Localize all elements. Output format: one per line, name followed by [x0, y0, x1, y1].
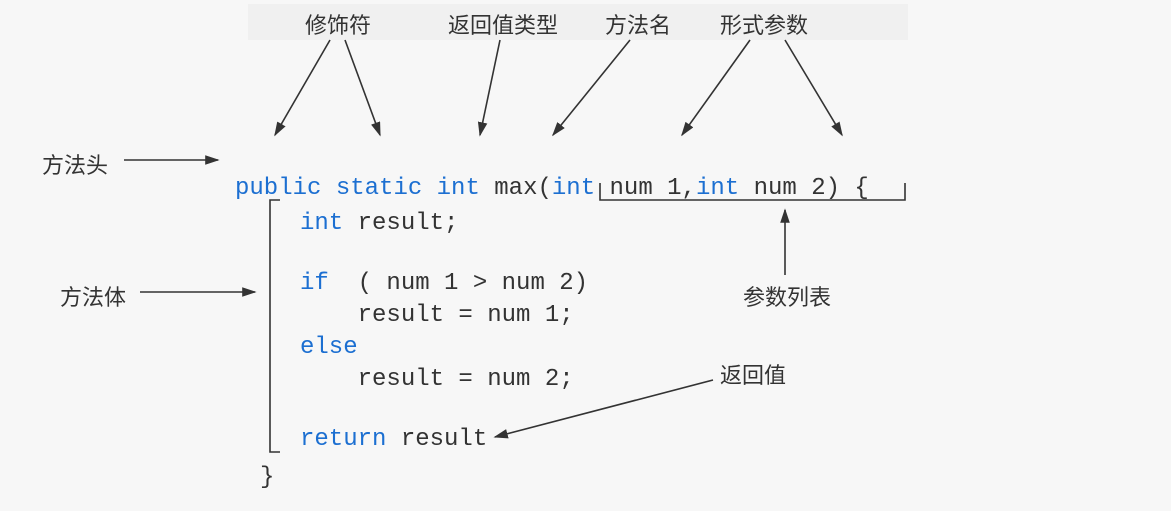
- lparen: (: [538, 175, 552, 202]
- if-cond: ( num 1 > num 2): [329, 270, 588, 297]
- code-header-line: public static int max(int num 1,int num …: [235, 148, 869, 202]
- label-param-list: 参数列表: [743, 280, 831, 312]
- declare-rest: result;: [343, 210, 458, 237]
- code-body-else-stmt: result = num 2;: [300, 366, 574, 393]
- diagram-arrows: [0, 0, 1171, 511]
- label-modifier: 修饰符: [305, 8, 371, 40]
- param1-name: num 1: [610, 175, 682, 202]
- code-body-if-stmt: result = num 1;: [300, 302, 574, 329]
- kw-else: else: [300, 334, 358, 361]
- return-expr: result: [386, 426, 487, 453]
- arrow-formal-params-2: [785, 40, 842, 135]
- code-body-if: if ( num 1 > num 2): [300, 270, 588, 297]
- arrow-modifier-1: [275, 40, 330, 135]
- kw-static: static: [336, 175, 422, 202]
- method-name: max: [494, 175, 537, 202]
- arrow-method-name: [553, 40, 630, 135]
- label-formal-params: 形式参数: [720, 8, 808, 40]
- label-method-body: 方法体: [60, 280, 126, 312]
- rparen-brace: ) {: [826, 175, 869, 202]
- param2-name: num 2: [754, 175, 826, 202]
- comma: ,: [682, 175, 696, 202]
- kw-if: if: [300, 270, 329, 297]
- label-method-name: 方法名: [605, 8, 671, 40]
- arrow-return-type: [480, 40, 500, 135]
- kw-public: public: [235, 175, 321, 202]
- code-close-brace: }: [260, 464, 274, 491]
- code-body-else: else: [300, 334, 358, 361]
- kw-int-p1: int: [552, 175, 595, 202]
- code-body-return: return result: [300, 426, 487, 453]
- label-return-type: 返回值类型: [448, 8, 558, 40]
- arrow-modifier-2: [345, 40, 380, 135]
- kw-int-result: int: [300, 210, 343, 237]
- code-body-line1: int result;: [300, 210, 458, 237]
- kw-return: return: [300, 426, 386, 453]
- label-method-header: 方法头: [42, 148, 108, 180]
- kw-int-p2: int: [696, 175, 739, 202]
- arrow-formal-params-1: [682, 40, 750, 135]
- kw-int-return: int: [437, 175, 480, 202]
- label-return-value: 返回值: [720, 358, 786, 390]
- body-bracket: [270, 200, 280, 452]
